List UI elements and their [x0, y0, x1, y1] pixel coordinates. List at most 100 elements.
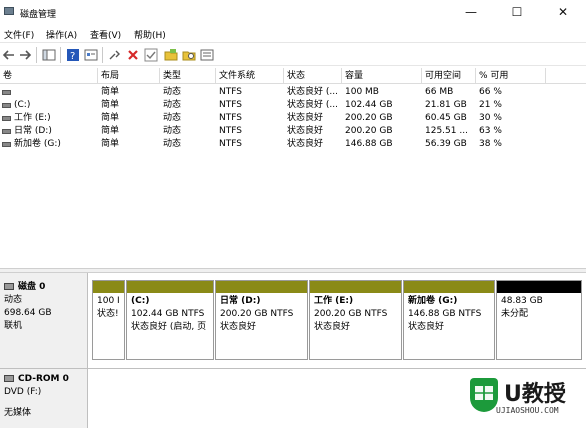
volume-free-space: 125.51 ...: [425, 126, 468, 136]
volume-status: 状态良好: [287, 139, 324, 149]
menu-action[interactable]: 操作(A): [46, 28, 77, 41]
volume-row[interactable]: (C:) 简单 动态 NTFS 状态良好 (... 102.44 GB 21.8…: [0, 99, 586, 112]
back-icon[interactable]: [2, 48, 16, 62]
volume-icon: [2, 103, 11, 108]
partition-size: 48.83 GB: [501, 296, 543, 306]
volume-row[interactable]: 简单 动态 NTFS 状态良好 (... 100 MB 66 MB 66 %: [0, 86, 586, 99]
partition-body: 100 I 状态!: [97, 295, 121, 321]
volume-percent-free: 63 %: [479, 126, 502, 136]
volume-type: 动态: [163, 113, 182, 123]
volume-filesystem: NTFS: [219, 126, 242, 136]
volume-filesystem: NTFS: [219, 87, 242, 97]
toolbar: ?: [0, 42, 586, 66]
partition-stripe: [497, 281, 581, 293]
partition-size: 146.88 GB NTFS: [408, 309, 482, 319]
partition-body: 新加卷 (G:) 146.88 GB NTFS 状态良好: [408, 295, 491, 334]
toolbar-separator: [60, 47, 61, 63]
volume-status: 状态良好: [287, 113, 324, 123]
toolbar-separator: [36, 47, 37, 63]
column-status[interactable]: 状态: [284, 68, 342, 84]
volume-layout: 简单: [101, 100, 120, 110]
volume-capacity: 102.44 GB: [345, 100, 393, 110]
volume-free-space: 66 MB: [425, 87, 454, 97]
volume-row[interactable]: 新加卷 (G:) 简单 动态 NTFS 状态良好 146.88 GB 56.39…: [0, 138, 586, 151]
volume-row[interactable]: 日常 (D:) 简单 动态 NTFS 状态良好 200.20 GB 125.51…: [0, 125, 586, 138]
volume-layout: 简单: [101, 113, 120, 123]
volume-type: 动态: [163, 100, 182, 110]
shield-logo-icon: [470, 378, 498, 412]
search-folder-icon[interactable]: [182, 48, 196, 62]
volume-percent-free: 21 %: [479, 100, 502, 110]
partition-body: 工作 (E:) 200.20 GB NTFS 状态良好: [314, 295, 398, 334]
connect-icon[interactable]: [108, 48, 122, 62]
minimize-button[interactable]: —: [448, 0, 494, 24]
watermark-logo: U教授 UJIAOSHOU.COM: [470, 372, 586, 428]
partition-size: 200.20 GB NTFS: [314, 309, 388, 319]
volume-status: 状态良好: [287, 126, 324, 136]
column-free-space[interactable]: 可用空间: [422, 68, 476, 84]
partition-stripe: [404, 281, 494, 293]
volume-type: 动态: [163, 126, 182, 136]
column-volume[interactable]: 卷: [0, 68, 98, 84]
console-tree-icon[interactable]: [42, 48, 56, 62]
volume-layout: 简单: [101, 139, 120, 149]
partition-status: 状态良好 (启动, 页: [131, 322, 207, 332]
disk-0-label[interactable]: 磁盘 0 动态 698.64 GB 联机: [0, 273, 88, 368]
partition-status: 状态良好: [314, 322, 351, 332]
maximize-button[interactable]: ☐: [494, 0, 540, 24]
list-icon[interactable]: [200, 48, 214, 62]
help-icon[interactable]: ?: [66, 48, 80, 62]
cdrom-0-label[interactable]: CD-ROM 0 DVD (F:) 无媒体: [0, 369, 88, 428]
partition-body: (C:) 102.44 GB NTFS 状态良好 (启动, 页: [131, 295, 210, 334]
cd-drive-icon: [4, 375, 14, 382]
menu-view[interactable]: 查看(V): [90, 28, 121, 41]
volume-capacity: 200.20 GB: [345, 126, 393, 136]
partition-status: 状态良好: [220, 322, 257, 332]
menu-file[interactable]: 文件(F): [4, 28, 34, 41]
partition-body: 48.83 GB 未分配: [501, 295, 578, 321]
cdrom-0-name: CD-ROM 0: [18, 374, 69, 384]
partition-g[interactable]: 新加卷 (G:) 146.88 GB NTFS 状态良好: [403, 280, 495, 360]
partition-system-reserved[interactable]: 100 I 状态!: [92, 280, 125, 360]
partition-e[interactable]: 工作 (E:) 200.20 GB NTFS 状态良好: [309, 280, 402, 360]
column-percent-free[interactable]: % 可用: [476, 68, 546, 84]
properties-icon[interactable]: [84, 48, 98, 62]
disk-0-header: 磁盘 0: [4, 281, 87, 294]
forward-icon[interactable]: [18, 48, 32, 62]
volume-name: 工作 (E:): [14, 113, 51, 123]
partition-size: 102.44 GB NTFS: [131, 309, 205, 319]
partition-c[interactable]: (C:) 102.44 GB NTFS 状态良好 (启动, 页: [126, 280, 214, 360]
partition-title: 新加卷 (G:): [408, 296, 458, 306]
disk-0-size: 698.64 GB: [4, 308, 52, 318]
cdrom-0-header: CD-ROM 0: [4, 373, 87, 386]
partition-d[interactable]: 日常 (D:) 200.20 GB NTFS 状态良好: [215, 280, 308, 360]
close-button[interactable]: ✕: [540, 0, 586, 24]
menu-help[interactable]: 帮助(H): [134, 28, 166, 41]
folder-icon[interactable]: [164, 48, 178, 62]
volume-capacity: 200.20 GB: [345, 113, 393, 123]
partition-status: 未分配: [501, 309, 529, 319]
partition-unallocated[interactable]: 48.83 GB 未分配: [496, 280, 582, 360]
partition-title: 工作 (E:): [314, 296, 354, 306]
volume-row[interactable]: 工作 (E:) 简单 动态 NTFS 状态良好 200.20 GB 60.45 …: [0, 112, 586, 125]
column-capacity[interactable]: 容量: [342, 68, 422, 84]
column-type[interactable]: 类型: [160, 68, 216, 84]
delete-icon[interactable]: [126, 48, 140, 62]
volume-free-space: 60.45 GB: [425, 113, 467, 123]
volume-percent-free: 38 %: [479, 139, 502, 149]
volume-status: 状态良好 (...: [287, 87, 338, 97]
volume-status: 状态良好 (...: [287, 100, 338, 110]
volume-icon: [2, 116, 11, 121]
column-layout[interactable]: 布局: [98, 68, 160, 84]
volume-filesystem: NTFS: [219, 100, 242, 110]
partition-stripe: [310, 281, 401, 293]
volume-layout: 简单: [101, 126, 120, 136]
volume-name: 新加卷 (G:): [14, 139, 61, 149]
title-bar: 磁盘管理 — ☐ ✕: [0, 0, 586, 24]
check-icon[interactable]: [144, 48, 158, 62]
volume-icon: [2, 142, 11, 147]
column-filesystem[interactable]: 文件系统: [216, 68, 284, 84]
partition-size: 100 I: [97, 296, 120, 306]
volume-percent-free: 66 %: [479, 87, 502, 97]
cdrom-0-media: 无媒体: [4, 408, 32, 418]
